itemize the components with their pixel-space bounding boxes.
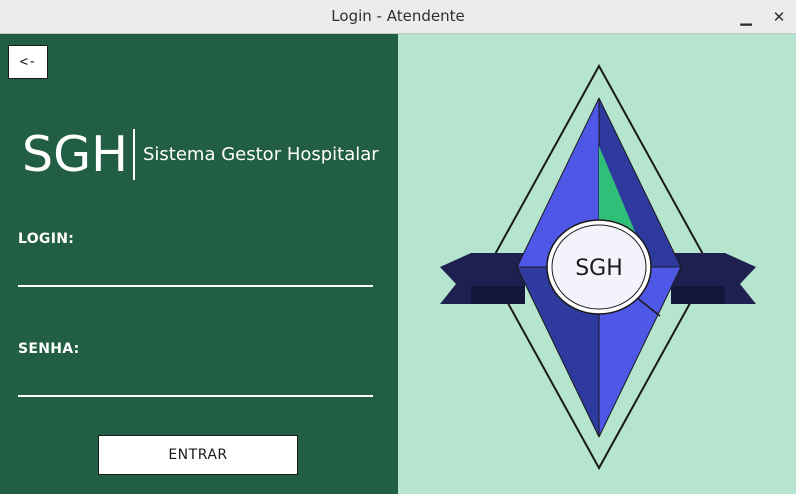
ribbon-right-fold [671,286,725,304]
emblem-seal-text: SGH [575,256,623,281]
brand-divider [133,129,135,180]
enter-button[interactable]: ENTRAR [98,435,298,475]
brand-name: Sistema Gestor Hospitalar [143,144,379,165]
senha-label: SENHA: [18,341,80,357]
window-title: Login - Atendente [331,7,465,25]
login-panel: <- SGH Sistema Gestor Hospitalar LOGIN: … [0,34,398,494]
sgh-emblem: SGH [440,63,756,471]
minimize-button[interactable]: ▁ [733,4,759,30]
login-label: LOGIN: [18,231,75,247]
emblem-panel: SGH [398,34,796,494]
login-input[interactable] [18,261,373,287]
ribbon-left-fold [471,286,525,304]
title-bar: Login - Atendente ▁ ✕ [0,0,796,34]
login-window: Login - Atendente ▁ ✕ <- SGH Sistema Ges… [0,0,796,494]
close-button[interactable]: ✕ [766,4,792,30]
senha-input[interactable] [18,371,373,397]
brand-logo: SGH [22,126,128,183]
back-button[interactable]: <- [8,45,48,79]
